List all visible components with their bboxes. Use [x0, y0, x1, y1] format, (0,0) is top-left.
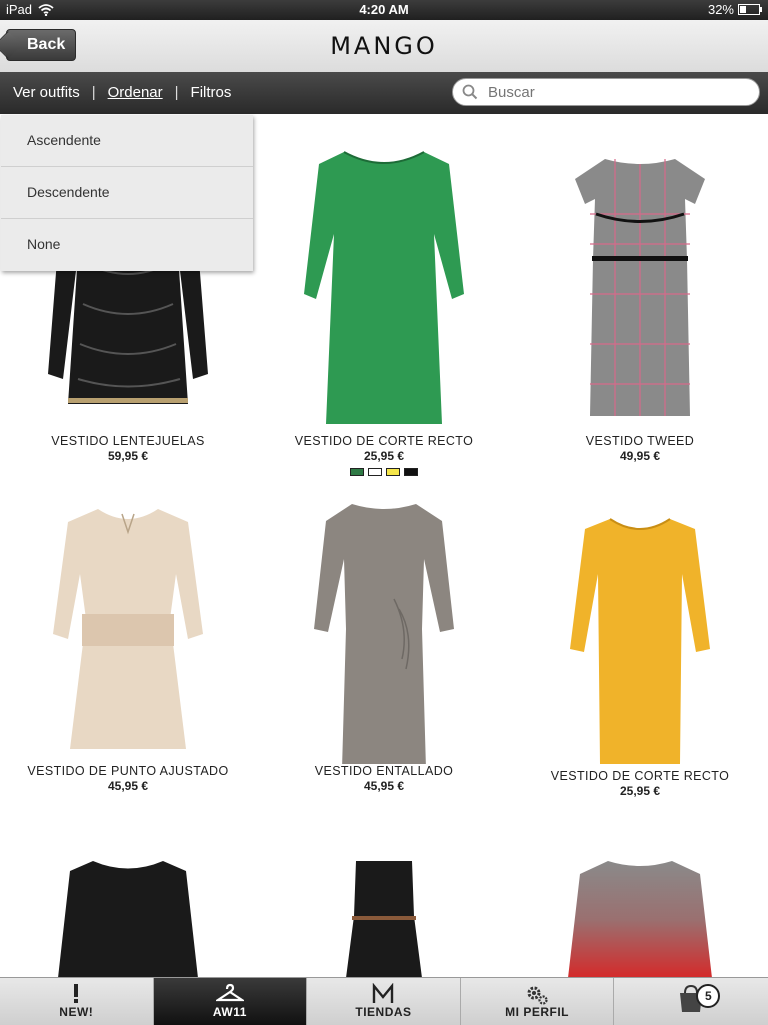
product-image-tweed-dress	[575, 159, 705, 416]
battery-percent: 32%	[707, 2, 734, 17]
brand-logo: MANGO	[330, 32, 438, 60]
outfits-link[interactable]: Ver outfits	[13, 84, 80, 101]
product-image-beige-knit-dress	[53, 509, 203, 749]
product-card[interactable]: VESTIDO DE CORTE RECTO 25,95 €	[530, 514, 750, 798]
search-icon	[462, 84, 478, 100]
tab-label: AW11	[212, 1005, 247, 1019]
color-swatches	[274, 468, 494, 476]
status-bar: iPad 4:20 AM 32%	[0, 0, 768, 20]
shopping-bag-icon	[614, 984, 768, 1012]
product-card[interactable]	[530, 856, 750, 978]
toolbar-separator: |	[174, 84, 179, 101]
product-card[interactable]: VESTIDO TWEED 49,95 €	[530, 154, 750, 463]
product-image-black-long-sleeve-dress	[58, 861, 198, 978]
product-name: VESTIDO DE PUNTO AJUSTADO	[27, 764, 229, 778]
product-price: 59,95 €	[107, 449, 149, 463]
toolbar-links: Ver outfits | Ordenar | Filtros	[13, 84, 231, 101]
catalog-toolbar: Ver outfits | Ordenar | Filtros	[0, 72, 768, 114]
tab-aw11[interactable]: AW11	[153, 978, 308, 1025]
product-card[interactable]: VESTIDO DE PUNTO AJUSTADO 45,95 €	[18, 504, 238, 793]
product-image-black-strapless-dress	[346, 861, 422, 978]
tab-shopping-bag[interactable]: 5	[614, 978, 768, 1025]
battery-icon	[738, 4, 762, 15]
product-card[interactable]: VESTIDO DE CORTE RECTO 25,95 €	[274, 144, 494, 476]
product-card[interactable]	[18, 856, 238, 978]
tab-label: NEW!	[59, 1005, 94, 1019]
filters-link[interactable]: Filtros	[191, 84, 232, 101]
product-name: VESTIDO ENTALLADO	[314, 764, 454, 778]
tab-mi-perfil[interactable]: MI PERFIL	[461, 978, 615, 1025]
hanger-icon	[154, 983, 307, 1005]
exclamation-icon	[0, 983, 153, 1005]
product-name: VESTIDO LENTEJUELAS	[51, 434, 205, 448]
tab-label: MI PERFIL	[505, 1005, 569, 1019]
sort-dropdown-menu: Ascendente Descendente None	[1, 115, 253, 271]
sort-option-descending[interactable]: Descendente	[1, 167, 253, 219]
sort-option-none[interactable]: None	[1, 219, 253, 270]
gears-icon	[461, 983, 614, 1005]
product-price: 25,95 €	[619, 784, 661, 798]
product-image-grey-fitted-dress	[314, 504, 454, 764]
product-image-yellow-dress	[570, 518, 710, 764]
nav-header: Back MANGO	[0, 20, 768, 73]
product-price: 49,95 €	[619, 449, 661, 463]
product-price: 45,95 €	[363, 779, 405, 793]
bottom-tab-bar: NEW! AW11 TIENDAS MI PERFIL 5	[0, 977, 768, 1025]
product-name: VESTIDO DE CORTE RECTO	[294, 434, 474, 448]
color-swatch[interactable]	[404, 468, 418, 476]
product-card[interactable]: VESTIDO ENTALLADO 45,95 €	[274, 499, 494, 793]
product-name: VESTIDO DE CORTE RECTO	[550, 769, 730, 783]
product-image-green-dress	[304, 151, 464, 424]
color-swatch[interactable]	[386, 468, 400, 476]
search-box[interactable]	[452, 78, 760, 106]
product-card[interactable]	[274, 856, 494, 978]
toolbar-separator: |	[91, 84, 96, 101]
mango-m-icon	[307, 983, 460, 1005]
sort-link[interactable]: Ordenar	[108, 84, 163, 101]
status-time: 4:20 AM	[359, 2, 409, 17]
tab-label: TIENDAS	[355, 1005, 412, 1019]
tab-tiendas[interactable]: TIENDAS	[307, 978, 461, 1025]
color-swatch[interactable]	[350, 468, 364, 476]
product-price: 45,95 €	[107, 779, 149, 793]
status-right: 32%	[707, 2, 762, 17]
product-name: VESTIDO TWEED	[585, 434, 695, 448]
tab-new[interactable]: NEW!	[0, 978, 154, 1025]
product-price: 25,95 €	[363, 449, 405, 463]
color-swatch[interactable]	[368, 468, 382, 476]
battery-level	[740, 6, 746, 13]
sort-option-ascending[interactable]: Ascendente	[1, 115, 253, 167]
product-image-grey-red-ombre-dress	[568, 861, 712, 978]
search-input[interactable]	[486, 82, 750, 102]
